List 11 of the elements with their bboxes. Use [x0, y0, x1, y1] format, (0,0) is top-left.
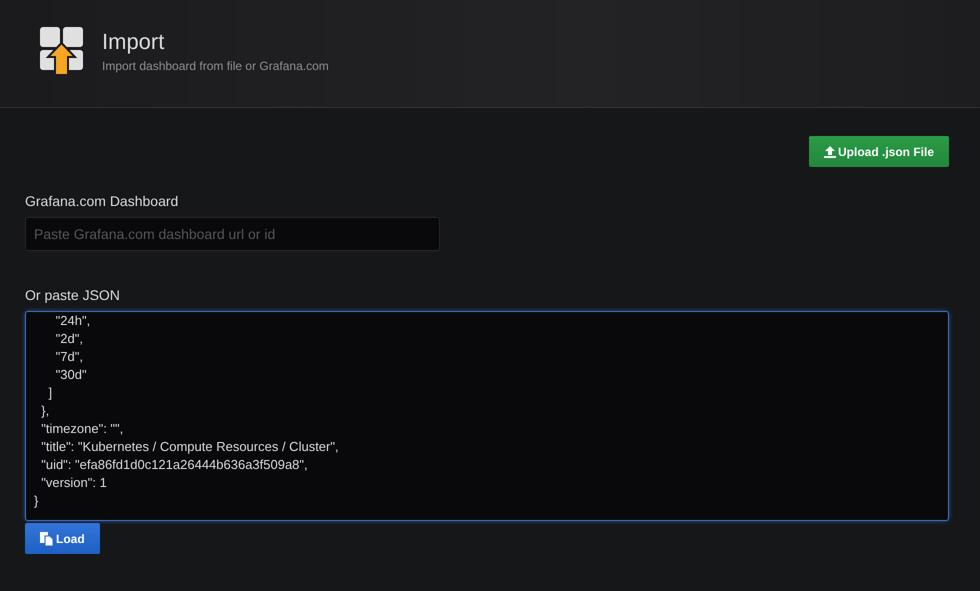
json-field[interactable]: "24h", "2d", "7d", "30d" ] }, "timezone": "", "title": "Kubernetes / Compute Resources / Cluster", "uid": "efa86fd1d0c121a26444b636a3f509a8", "version": 1 } — [25, 311, 949, 521]
import-icon — [40, 26, 84, 74]
page-title: Import — [102, 28, 166, 54]
upload-icon — [824, 146, 836, 158]
dashboard-url-field[interactable]: Paste Grafana.com dashboard url or id — [25, 217, 440, 251]
load-button[interactable]: Load — [25, 523, 100, 554]
field-label: Grafana.com Dashboard — [25, 193, 180, 209]
upload-button[interactable]: Upload .json File — [808, 136, 949, 167]
page-subtitle: Import dashboard from file or Grafana.com — [102, 58, 329, 72]
copy-icon — [40, 532, 54, 546]
field-label: Or paste JSON — [25, 287, 121, 303]
